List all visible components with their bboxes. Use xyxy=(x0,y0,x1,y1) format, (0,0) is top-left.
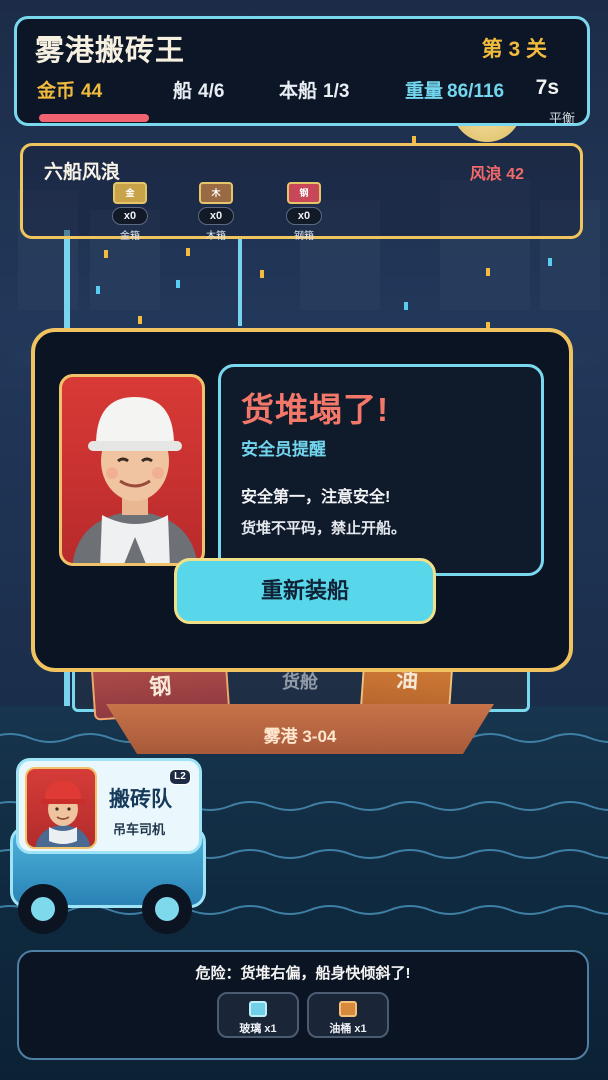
message-box: 货堆塌了! 安全员提醒 安全第一，注意安全! 货堆不平码，禁止开船。 xyxy=(218,364,544,576)
reload-ship-button[interactable]: 重新装船 xyxy=(174,558,436,624)
dialog-title: 货堆塌了! xyxy=(241,391,389,428)
dialog-message-line1: 安全第一，注意安全! xyxy=(241,489,391,506)
dialog-speaker: 安全员提醒 xyxy=(241,440,326,459)
safety-officer-portrait xyxy=(59,374,205,566)
safety-officer-icon xyxy=(72,397,198,563)
dialog-message-line2: 货堆不平码，禁止开船。 xyxy=(241,520,407,537)
collapse-dialog: 货堆塌了! 安全员提醒 安全第一，注意安全! 货堆不平码，禁止开船。 重新装船 xyxy=(31,328,573,672)
